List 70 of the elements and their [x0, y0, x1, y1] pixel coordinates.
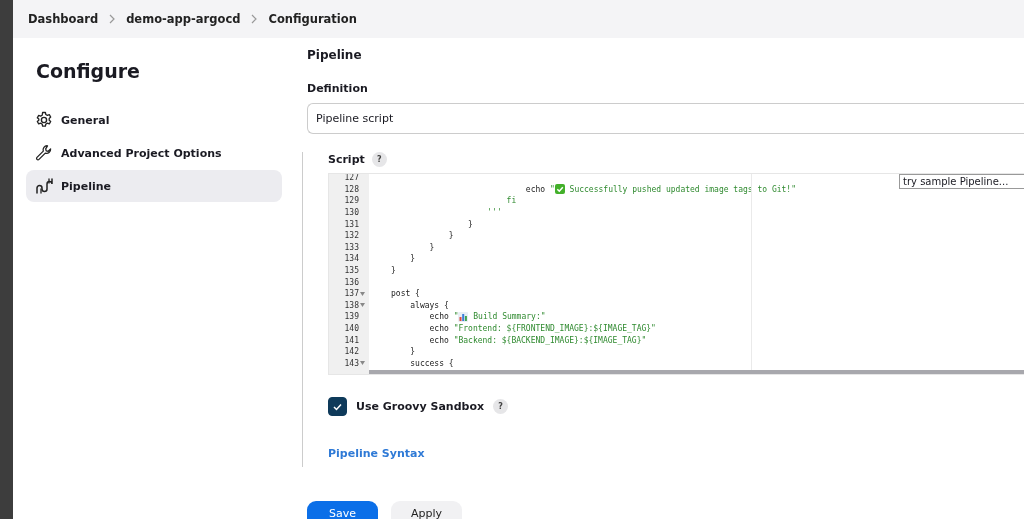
code-text: echo [524, 184, 547, 194]
line-number: 130 [344, 208, 359, 218]
line-number: 141 [344, 335, 359, 345]
code-string: " [453, 312, 459, 322]
check-icon [333, 402, 342, 411]
field-label: Definition [307, 82, 368, 95]
checkmark-icon [554, 184, 565, 195]
line-number: 133 [344, 242, 359, 252]
code-string: Build Summary:" [472, 312, 546, 322]
code-string: ''' [486, 208, 502, 218]
code-text: success { [409, 358, 454, 368]
field-label: Script [328, 153, 365, 166]
fold-icon [360, 361, 365, 366]
code-text: } [428, 242, 435, 252]
pipeline-syntax-link[interactable]: Pipeline Syntax [328, 447, 425, 460]
code-text: always { [409, 300, 449, 310]
line-number: 127 [344, 174, 359, 183]
line-number: 142 [344, 347, 359, 357]
breadcrumb-link[interactable]: Configuration [268, 12, 357, 26]
line-number: 134 [344, 254, 359, 264]
checkbox[interactable] [328, 397, 347, 416]
breadcrumb-link[interactable]: Dashboard [28, 12, 99, 26]
code-string: fi [505, 196, 517, 206]
breadcrumb-link[interactable]: demo-app-argocd [126, 12, 241, 26]
apply-button[interactable]: Apply [391, 501, 462, 519]
line-number: 139 [344, 312, 359, 322]
code-string: "Frontend: ${FRONTEND_IMAGE}:${IMAGE_TAG}" [453, 324, 656, 333]
fold-icon [360, 291, 365, 296]
line-number: 136 [344, 277, 359, 287]
fold-icon [360, 303, 365, 308]
pipeline-icon [35, 177, 53, 195]
help-button[interactable]: ? [371, 152, 387, 167]
code-string: " [549, 184, 555, 194]
code-text: } [467, 219, 473, 229]
code-text: } [409, 254, 416, 264]
code-text: echo [428, 324, 450, 333]
gear-icon [35, 111, 53, 129]
save-button[interactable]: Save [307, 501, 378, 519]
chevron-icon [108, 14, 117, 24]
code-text: post { [391, 289, 420, 299]
line-number: 129 [344, 196, 359, 206]
code-text: echo [428, 335, 450, 345]
sample-select[interactable]: try sample Pipeline... [899, 174, 1024, 189]
code-string: "Backend: ${BACKEND_IMAGE}:${IMAGE_TAG}" [453, 335, 647, 345]
code-text: } [447, 231, 454, 241]
line-number: 143 [344, 358, 359, 368]
help-button[interactable]: ? [493, 399, 509, 414]
code-text: } [391, 266, 396, 276]
wrench-icon [35, 144, 53, 162]
sidebar-item[interactable]: General [26, 104, 282, 136]
code-text: echo [428, 312, 450, 322]
page-title: Configure [36, 60, 140, 82]
chevron-icon [250, 14, 259, 24]
scrollbar[interactable] [369, 370, 1024, 374]
bar-chart-icon [458, 311, 469, 322]
line-number: 128 [344, 184, 359, 194]
sidebar-item[interactable]: Pipeline [26, 170, 282, 202]
definition-select[interactable]: Pipeline script [307, 103, 1024, 134]
code-string: Successfully pushed updated image tags to Git!" [568, 184, 796, 194]
line-number: 131 [344, 219, 359, 229]
checkbox-label: Use Groovy Sandbox [356, 400, 485, 413]
line-number: 137 [344, 289, 359, 299]
code-text: } [409, 347, 416, 357]
code-editor[interactable] [328, 173, 1024, 375]
line-number: 140 [344, 324, 359, 333]
section-title: Pipeline [307, 48, 362, 62]
line-number: 132 [344, 231, 359, 241]
line-number: 138 [344, 300, 359, 310]
sidebar-item[interactable]: Advanced Project Options [26, 137, 282, 169]
line-number: 135 [344, 266, 359, 276]
